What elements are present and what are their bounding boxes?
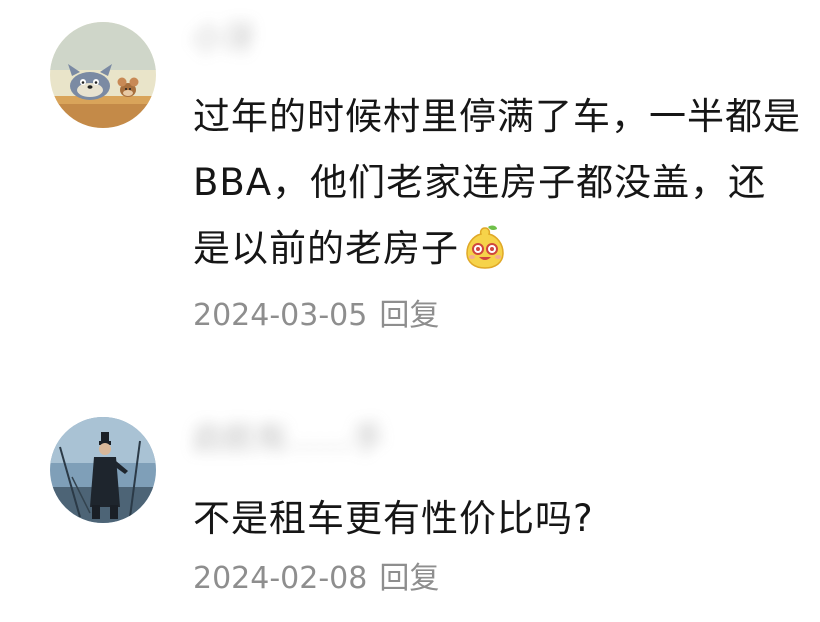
avatar[interactable] bbox=[50, 417, 156, 523]
comment-text: 不是租车更有性价比吗? bbox=[193, 497, 594, 540]
painted-figure-avatar-icon bbox=[50, 417, 156, 523]
comment-text: 过年的时候村里停满了车，一半都是BBA，他们老家连房子都没盖，还是以前的老房子 bbox=[193, 84, 803, 282]
reply-button[interactable]: 回复 bbox=[379, 561, 439, 596]
username[interactable]: 启航有……手 bbox=[192, 418, 384, 458]
cartoon-cat-mouse-avatar-icon bbox=[50, 22, 156, 128]
reply-button[interactable]: 回复 bbox=[379, 298, 439, 333]
comment-item: 启航有……手 不是租车更有性价比吗? 2024-02-08 回复 bbox=[0, 400, 820, 622]
smiling-pear-emoji-icon bbox=[461, 222, 509, 270]
comment-item: 小牙 过年的时候村里停满了车，一半都是BBA，他们老家连房子都没盖，还是以前的老… bbox=[0, 0, 820, 360]
username[interactable]: 小牙 bbox=[192, 18, 256, 58]
comment-meta: 2024-02-08 回复 bbox=[193, 559, 439, 599]
comment-meta: 2024-03-05 回复 bbox=[193, 296, 439, 336]
comment-date: 2024-03-05 bbox=[193, 298, 368, 333]
avatar[interactable] bbox=[50, 22, 156, 128]
comment-date: 2024-02-08 bbox=[193, 561, 368, 596]
